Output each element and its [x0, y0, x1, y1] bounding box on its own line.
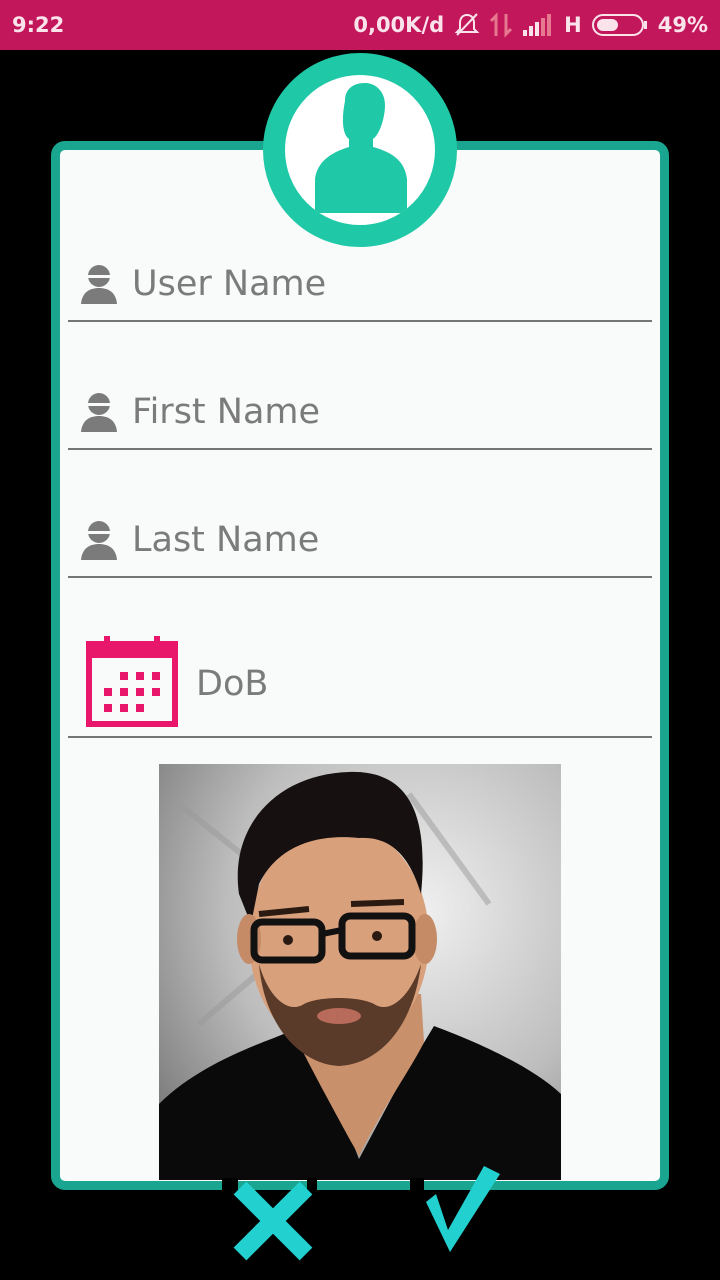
last-name-placeholder: Last Name: [132, 520, 320, 560]
calendar-icon[interactable]: [86, 634, 178, 733]
dob-field[interactable]: DoB: [68, 630, 652, 738]
dob-placeholder: DoB: [196, 664, 269, 704]
field-underline: [68, 736, 652, 738]
field-underline: [68, 448, 652, 450]
field-underline: [68, 576, 652, 578]
user-name-placeholder: User Name: [132, 264, 327, 304]
user-name-field[interactable]: User Name: [68, 250, 652, 322]
battery-icon: [591, 13, 648, 37]
profile-photo[interactable]: [159, 764, 561, 1180]
field-underline: [68, 320, 652, 322]
check-icon[interactable]: [422, 1164, 502, 1259]
last-name-field[interactable]: Last Name: [68, 506, 652, 578]
status-bar: 9:22 0,00K/d H 49%: [0, 0, 720, 50]
signal-icon: [522, 14, 554, 36]
person-icon: [80, 392, 118, 437]
person-icon: [80, 264, 118, 309]
muted-bell-icon: [454, 12, 480, 38]
first-name-placeholder: First Name: [132, 392, 321, 432]
person-icon: [80, 520, 118, 565]
first-name-field[interactable]: First Name: [68, 378, 652, 450]
status-indicators: 0,00K/d H 49%: [353, 12, 708, 38]
network-type: H: [564, 13, 582, 37]
battery-percent: 49%: [657, 13, 708, 37]
close-icon[interactable]: [232, 1180, 314, 1267]
data-transfer-icon: [490, 12, 513, 38]
user-avatar-icon[interactable]: [263, 53, 457, 247]
network-speed: 0,00K/d: [353, 13, 445, 37]
status-time: 9:22: [12, 13, 65, 37]
